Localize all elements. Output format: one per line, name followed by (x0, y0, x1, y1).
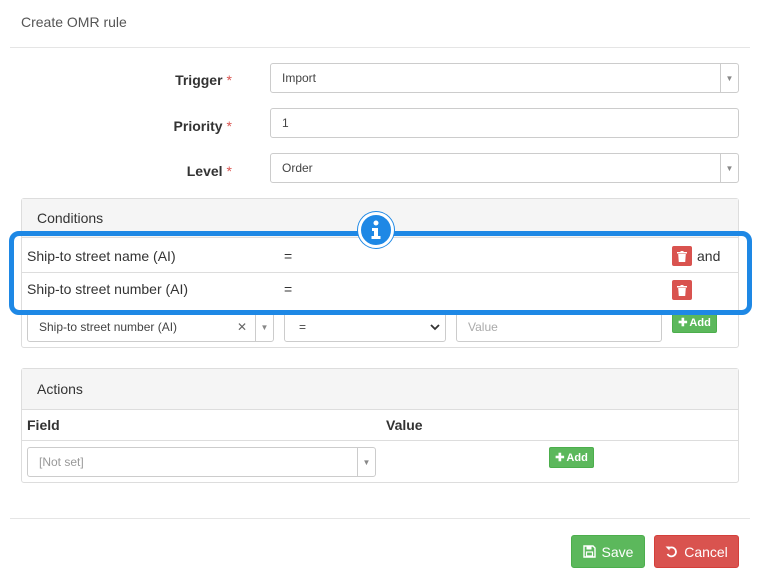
actions-table-divider (22, 440, 738, 441)
trigger-select[interactable]: Import ▼ (270, 63, 739, 93)
header-divider (10, 47, 750, 48)
condition-operator-value: = (299, 320, 307, 334)
condition-field-value: Ship-to street number (AI) (39, 320, 178, 334)
level-select[interactable]: Order ▼ (270, 153, 739, 183)
condition-value-input[interactable]: Value (456, 312, 662, 342)
condition-field-select[interactable]: Ship-to street number (AI) ✕ ▼ (27, 312, 274, 342)
priority-value: 1 (282, 116, 289, 130)
save-icon (582, 545, 596, 558)
chevron-down-icon: ▼ (720, 64, 738, 92)
chevron-down-icon: ▼ (720, 154, 738, 182)
trigger-value: Import (282, 71, 317, 85)
condition-value-placeholder: Value (468, 320, 498, 334)
footer-divider (10, 518, 750, 519)
priority-input[interactable]: 1 (270, 108, 739, 138)
action-field-select[interactable]: [Not set] ▼ (27, 447, 376, 477)
action-field-value: [Not set] (39, 455, 84, 469)
cancel-button[interactable]: Cancel (654, 535, 739, 568)
info-icon (358, 212, 394, 248)
add-action-button[interactable]: ✚ Add (549, 447, 594, 468)
plus-icon: ✚ (555, 452, 565, 464)
save-button[interactable]: Save (571, 535, 645, 568)
actions-column-value: Value (386, 417, 423, 433)
actions-column-field: Field (27, 417, 60, 433)
undo-icon (665, 546, 678, 558)
condition-operator-select[interactable]: = (284, 312, 446, 342)
chevron-down-icon (430, 321, 440, 335)
priority-label: Priority * (173, 118, 232, 134)
clear-icon[interactable]: ✕ (237, 320, 247, 334)
chevron-down-icon: ▼ (255, 313, 273, 341)
add-condition-button[interactable]: ✚ Add (672, 312, 717, 333)
actions-header: Actions (22, 369, 738, 410)
trigger-label: Trigger * (175, 72, 232, 88)
plus-icon: ✚ (678, 317, 688, 329)
level-value: Order (282, 161, 313, 175)
level-label: Level * (186, 163, 232, 179)
dialog-title: Create OMR rule (21, 14, 127, 30)
chevron-down-icon: ▼ (357, 448, 375, 476)
